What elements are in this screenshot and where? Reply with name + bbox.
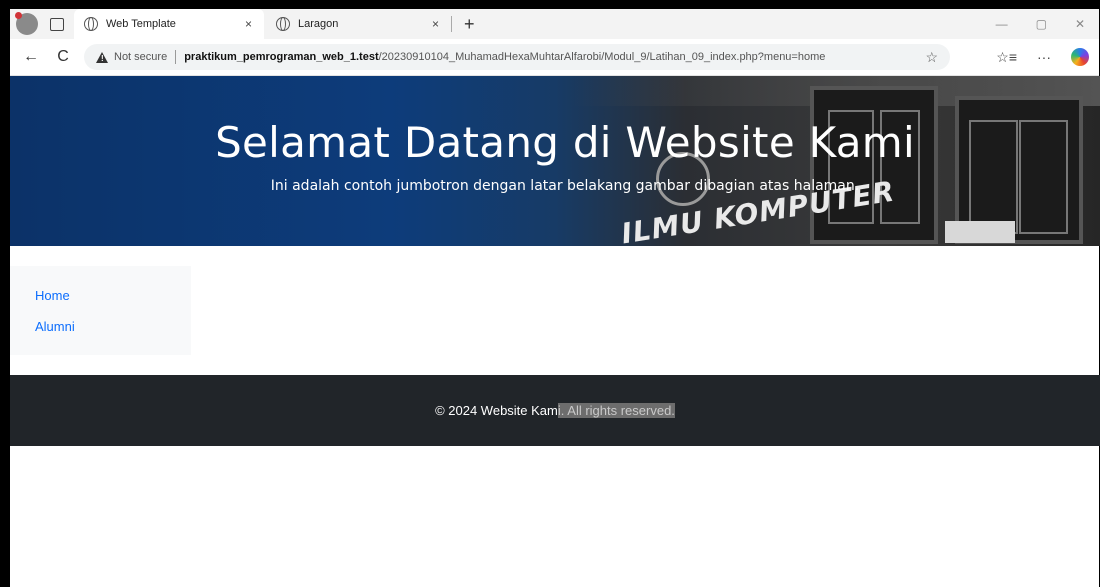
tab-title: Web Template: [106, 18, 176, 30]
security-label[interactable]: Not secure: [114, 51, 167, 63]
jumbotron-subtitle: Ini adalah contoh jumbotron dengan latar…: [270, 178, 860, 194]
globe-icon: [276, 17, 290, 31]
warning-icon[interactable]: !: [96, 51, 108, 63]
toolbar-right: ☆≡ ···: [996, 48, 1089, 66]
sidebar-item-home[interactable]: Home: [35, 288, 70, 303]
jumbotron: ILMU KOMPUTER Selamat Datang di Website …: [10, 76, 1100, 246]
footer-copyright: © 2024 Website Kam: [435, 403, 558, 418]
favorites-icon[interactable]: ☆≡: [996, 49, 1017, 66]
page-footer: © 2024 Website Kam i. All rights reserved…: [10, 375, 1100, 446]
tab-web-template[interactable]: Web Template ×: [74, 9, 264, 39]
tab-actions-icon[interactable]: [50, 17, 64, 31]
screen-top-border: [0, 0, 1100, 9]
jumbotron-title: Selamat Datang di Website Kami: [215, 118, 915, 167]
air-conditioner: [945, 221, 1015, 243]
globe-icon: [84, 17, 98, 31]
url-host: praktikum_pemrograman_web_1.test: [184, 51, 379, 63]
reload-button[interactable]: C: [52, 48, 74, 66]
new-tab-button[interactable]: +: [464, 14, 475, 35]
tab-laragon[interactable]: Laragon ×: [266, 9, 451, 39]
favorite-star-icon[interactable]: ☆: [925, 49, 938, 66]
close-tab-icon[interactable]: ×: [245, 17, 252, 31]
profile-avatar[interactable]: [15, 12, 38, 35]
tab-separator: [451, 16, 452, 32]
tab-title: Laragon: [298, 18, 339, 30]
browser-toolbar: ← C ! Not secure praktikum_pemrograman_w…: [10, 39, 1099, 76]
more-menu-icon[interactable]: ···: [1037, 49, 1051, 65]
restore-button[interactable]: ▢: [1036, 17, 1047, 31]
sidebar-item-alumni[interactable]: Alumni: [35, 319, 75, 334]
minimize-button[interactable]: —: [996, 17, 1008, 31]
address-bar[interactable]: ! Not secure praktikum_pemrograman_web_1…: [84, 44, 950, 70]
url-path: /20230910104_MuhamadHexaMuhtarAlfarobi/M…: [378, 51, 826, 63]
screen-left-border: [0, 9, 10, 587]
notification-dot: [15, 12, 22, 19]
footer-copyright-selected: i. All rights reserved.: [557, 403, 675, 418]
sidebar-nav: Home Alumni: [10, 266, 191, 355]
copilot-icon[interactable]: [1071, 48, 1089, 66]
close-window-button[interactable]: ✕: [1075, 17, 1085, 31]
browser-tab-strip: Web Template × Laragon × + — ▢ ✕: [10, 9, 1099, 39]
close-tab-icon[interactable]: ×: [432, 17, 439, 31]
window-controls: — ▢ ✕: [996, 17, 1085, 31]
back-button[interactable]: ←: [20, 48, 42, 66]
url-separator: [175, 50, 177, 64]
